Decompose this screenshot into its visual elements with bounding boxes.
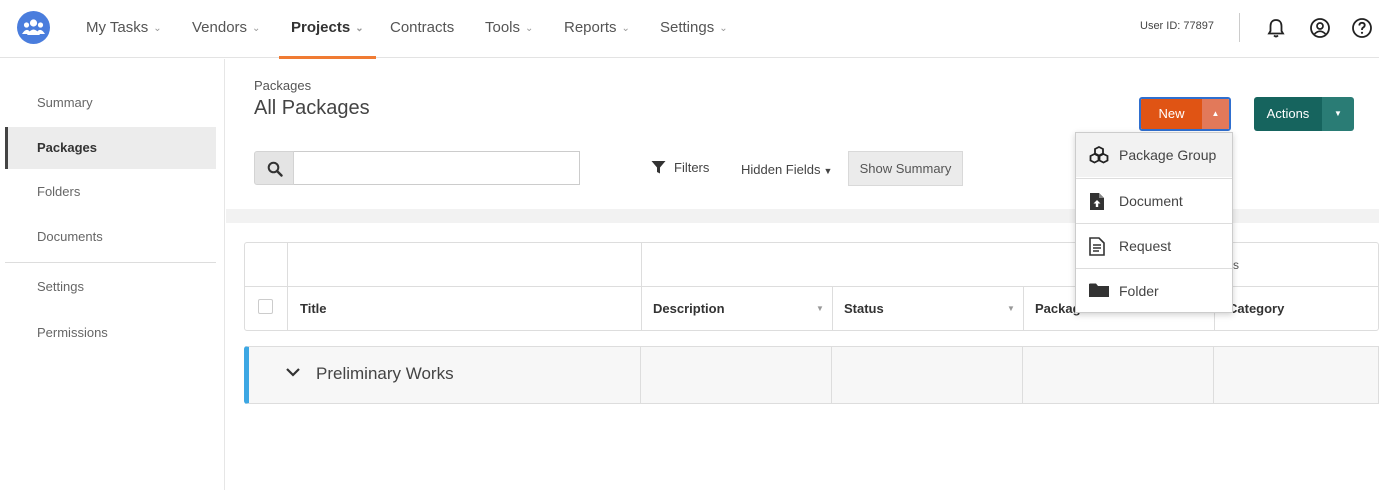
new-button[interactable]: New (1141, 99, 1202, 129)
help-icon[interactable] (1351, 17, 1373, 39)
package-group-icon (1089, 146, 1109, 164)
nav-tools[interactable]: Tools ⌄ (485, 0, 533, 58)
column-header-category[interactable]: Category (1228, 301, 1284, 316)
actions-button[interactable]: Actions (1254, 97, 1322, 131)
new-button-group: New ▲ (1139, 97, 1231, 131)
search-input[interactable] (294, 151, 580, 185)
select-all-checkbox[interactable] (258, 299, 273, 314)
menu-item-label: Folder (1119, 283, 1159, 299)
menu-item-document[interactable]: Document (1076, 179, 1232, 223)
chevron-down-icon: ⌄ (355, 23, 364, 34)
nav-my-tasks[interactable]: My Tasks ⌄ (86, 0, 162, 58)
table-group-row[interactable]: Preliminary Works (244, 346, 1379, 404)
nav-projects[interactable]: Projects ⌄ (279, 0, 376, 59)
breadcrumb[interactable]: Packages (254, 78, 311, 93)
sidebar-item-packages[interactable]: Packages (5, 127, 216, 169)
nav-divider (1239, 13, 1240, 42)
request-icon (1089, 237, 1105, 256)
page-title: All Packages (254, 97, 370, 119)
nav-contracts[interactable]: Contracts (390, 0, 454, 58)
nav-vendors[interactable]: Vendors ⌄ (192, 0, 260, 58)
sidebar-item-documents[interactable]: Documents (5, 216, 216, 258)
filters-label: Filters (674, 160, 710, 175)
chevron-down-icon: ⌄ (621, 23, 630, 34)
menu-item-request[interactable]: Request (1076, 224, 1232, 268)
menu-item-package-group[interactable]: Package Group (1076, 133, 1232, 177)
sidebar-item-summary[interactable]: Summary (5, 82, 216, 124)
menu-item-label: Request (1119, 238, 1172, 254)
actions-dropdown-toggle[interactable]: ▼ (1322, 97, 1354, 131)
menu-item-folder[interactable]: Folder (1076, 269, 1232, 313)
nav-settings[interactable]: Settings ⌄ (660, 0, 728, 58)
hidden-fields-label: Hidden Fields (741, 162, 821, 177)
sidebar-item-settings[interactable]: Settings (5, 266, 216, 308)
sidebar-item-folders[interactable]: Folders (5, 171, 216, 213)
folder-icon (1089, 283, 1109, 297)
menu-item-label: Package Group (1119, 147, 1217, 163)
column-header-package[interactable]: Packag (1035, 301, 1081, 316)
new-dropdown-toggle[interactable]: ▲ (1202, 99, 1229, 129)
search-icon (267, 161, 283, 177)
column-header-title[interactable]: Title (300, 301, 327, 316)
user-id: User ID: 77897 (1140, 20, 1214, 32)
column-group-header: s (1233, 258, 1239, 272)
chevron-down-icon: ⌄ (719, 23, 728, 34)
new-dropdown-menu: Package Group Document Request Folder (1075, 132, 1233, 313)
nav-reports[interactable]: Reports ⌄ (564, 0, 630, 58)
sidebar-item-permissions[interactable]: Permissions (5, 312, 216, 354)
search-button[interactable] (254, 151, 294, 185)
user-icon[interactable] (1309, 17, 1331, 39)
chevron-down-icon: ⌄ (252, 23, 261, 34)
menu-item-label: Document (1119, 193, 1183, 209)
sidebar: Summary Packages Folders Documents Setti… (0, 59, 225, 490)
sort-caret-icon[interactable]: ▼ (1007, 304, 1015, 313)
hidden-fields-dropdown[interactable]: Hidden Fields ▼ (741, 162, 832, 177)
filters-button[interactable]: Filters (651, 160, 709, 175)
group-title: Preliminary Works (316, 364, 454, 383)
column-header-status[interactable]: Status (844, 301, 884, 316)
document-upload-icon (1090, 193, 1104, 210)
top-nav: My Tasks ⌄ Vendors ⌄ Projects ⌄ Contracts T… (0, 0, 1379, 59)
caret-up-icon: ▲ (1211, 109, 1220, 118)
sidebar-divider (5, 262, 216, 263)
logo-icon[interactable] (17, 11, 50, 44)
show-summary-button[interactable]: Show Summary (848, 151, 963, 186)
caret-down-icon: ▼ (823, 166, 833, 176)
chevron-down-icon: ⌄ (525, 23, 534, 34)
caret-down-icon: ▼ (1334, 109, 1342, 118)
chevron-down-icon[interactable] (285, 364, 301, 385)
sort-caret-icon[interactable]: ▼ (816, 304, 824, 313)
column-header-description[interactable]: Description (653, 301, 725, 316)
filter-icon (651, 161, 666, 174)
actions-button-group: Actions ▼ (1254, 97, 1354, 131)
bell-icon[interactable] (1265, 17, 1287, 39)
chevron-down-icon: ⌄ (153, 23, 162, 34)
